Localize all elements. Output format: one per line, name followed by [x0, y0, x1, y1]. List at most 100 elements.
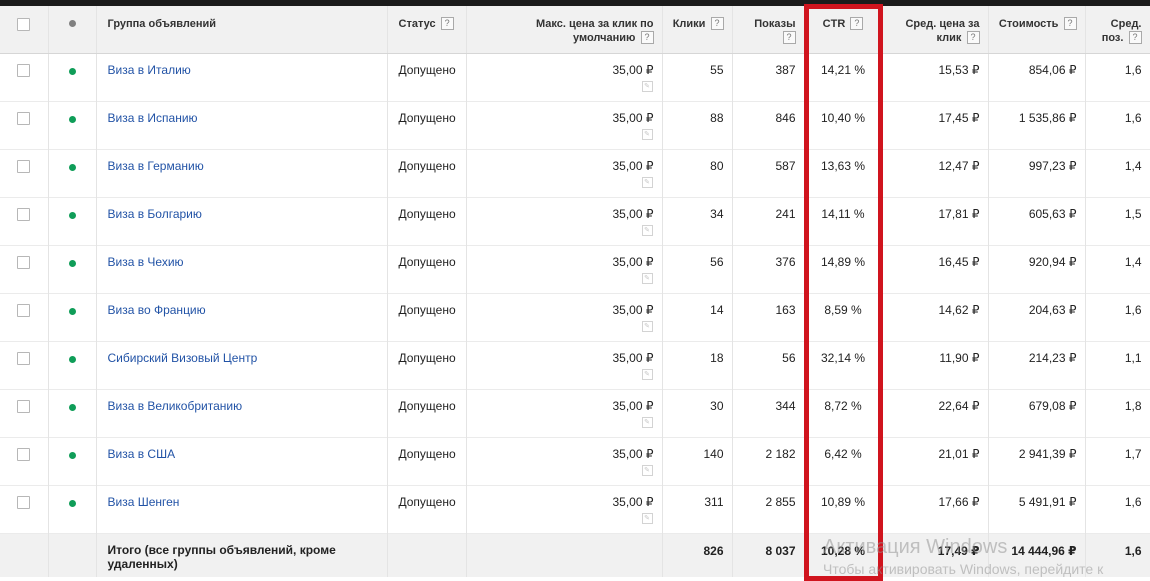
totals-empty-cell: [466, 533, 663, 577]
row-checkbox[interactable]: [17, 255, 31, 269]
ad-group-link[interactable]: Виза в Германию: [108, 159, 204, 173]
max-cpc-cell: 35,00 ₽ ✎: [466, 245, 663, 293]
ad-group-link[interactable]: Виза Шенген: [108, 495, 180, 509]
row-checkbox[interactable]: [17, 399, 31, 413]
edit-bid-icon[interactable]: ✎: [641, 176, 653, 188]
help-icon[interactable]: ?: [710, 17, 724, 30]
impressions-cell: 56: [732, 341, 805, 389]
help-icon[interactable]: ?: [782, 31, 796, 44]
help-icon[interactable]: ?: [440, 17, 454, 30]
ctr-cell: 8,59 %: [804, 293, 883, 341]
avg-cpc-cell: 15,53 ₽: [882, 53, 989, 101]
edit-bid-icon[interactable]: ✎: [641, 128, 653, 140]
max-cpc-cell: 35,00 ₽ ✎: [466, 389, 663, 437]
ad-groups-table: Группа объявлений Статус ? Макс. цена за…: [0, 6, 1150, 577]
max-cpc-value[interactable]: 35,00 ₽: [613, 351, 654, 365]
max-cpc-value[interactable]: 35,00 ₽: [613, 447, 654, 461]
edit-bid-icon[interactable]: ✎: [641, 224, 653, 236]
column-header-ctr[interactable]: CTR ?: [804, 6, 883, 54]
row-checkbox[interactable]: [17, 447, 31, 461]
bid-editor: 35,00 ₽ ✎: [613, 495, 654, 524]
ad-group-link[interactable]: Виза в Великобританию: [108, 399, 243, 413]
edit-bid-icon[interactable]: ✎: [641, 80, 653, 92]
column-header-avg-pos[interactable]: Сред. поз. ?: [1085, 6, 1150, 54]
edit-bid-icon[interactable]: ✎: [641, 368, 653, 380]
clicks-cell: 55: [662, 53, 733, 101]
help-icon[interactable]: ?: [1128, 31, 1142, 44]
column-header-max-cpc[interactable]: Макс. цена за клик по умолчанию ?: [466, 6, 663, 54]
column-header-status[interactable]: Статус ?: [387, 6, 467, 54]
cost-cell: 605,63 ₽: [988, 197, 1086, 245]
status-cell: Допущено: [387, 389, 467, 437]
max-cpc-value[interactable]: 35,00 ₽: [613, 111, 654, 125]
ad-group-link[interactable]: Виза в Болгарию: [108, 207, 202, 221]
group-name-cell: Виза в Италию: [96, 53, 388, 101]
ctr-cell: 10,89 %: [804, 485, 883, 533]
avg-pos-cell: 1,1: [1085, 341, 1150, 389]
column-header-impressions[interactable]: Показы ?: [732, 6, 805, 54]
max-cpc-cell: 35,00 ₽ ✎: [466, 437, 663, 485]
ad-group-link[interactable]: Виза в Испанию: [108, 111, 198, 125]
max-cpc-value[interactable]: 35,00 ₽: [613, 495, 654, 509]
row-checkbox[interactable]: [17, 303, 31, 317]
select-all-checkbox[interactable]: [17, 18, 31, 31]
row-checkbox[interactable]: [17, 159, 31, 173]
status-dot-cell: [48, 197, 97, 245]
ad-group-link[interactable]: Виза в США: [108, 447, 176, 461]
max-cpc-value[interactable]: 35,00 ₽: [613, 159, 654, 173]
status-dot-icon: [68, 403, 76, 411]
ad-group-link[interactable]: Виза во Францию: [108, 303, 206, 317]
column-header-avg-cpc[interactable]: Сред. цена за клик ?: [882, 6, 989, 54]
status-cell: Допущено: [387, 437, 467, 485]
max-cpc-value[interactable]: 35,00 ₽: [613, 303, 654, 317]
status-cell: Допущено: [387, 293, 467, 341]
row-checkbox-cell: [0, 293, 49, 341]
cost-cell: 997,23 ₽: [988, 149, 1086, 197]
clicks-cell: 14: [662, 293, 733, 341]
edit-bid-icon[interactable]: ✎: [641, 272, 653, 284]
status-cell: Допущено: [387, 341, 467, 389]
edit-bid-icon[interactable]: ✎: [641, 512, 653, 524]
group-name-cell: Виза Шенген: [96, 485, 388, 533]
table-header-row: Группа объявлений Статус ? Макс. цена за…: [0, 6, 1150, 54]
max-cpc-value[interactable]: 35,00 ₽: [613, 63, 654, 77]
row-checkbox[interactable]: [17, 111, 31, 125]
impressions-cell: 163: [732, 293, 805, 341]
status-dot-icon: [68, 211, 76, 219]
status-dot-cell: [48, 293, 97, 341]
row-checkbox[interactable]: [17, 63, 31, 77]
max-cpc-value[interactable]: 35,00 ₽: [613, 399, 654, 413]
avg-cpc-cell: 12,47 ₽: [882, 149, 989, 197]
clicks-cell: 80: [662, 149, 733, 197]
row-checkbox[interactable]: [17, 207, 31, 221]
row-checkbox[interactable]: [17, 351, 31, 365]
bid-editor: 35,00 ₽ ✎: [613, 207, 654, 236]
ctr-cell: 14,11 %: [804, 197, 883, 245]
help-icon[interactable]: ?: [640, 31, 654, 44]
max-cpc-value[interactable]: 35,00 ₽: [613, 207, 654, 221]
cost-cell: 2 941,39 ₽: [988, 437, 1086, 485]
help-icon[interactable]: ?: [966, 31, 980, 44]
max-cpc-cell: 35,00 ₽ ✎: [466, 341, 663, 389]
ad-group-link[interactable]: Сибирский Визовый Центр: [108, 351, 258, 365]
bid-editor: 35,00 ₽ ✎: [613, 351, 654, 380]
ad-group-link[interactable]: Виза в Чехию: [108, 255, 184, 269]
status-dot-icon: [68, 499, 76, 507]
column-header-clicks[interactable]: Клики ?: [662, 6, 733, 54]
row-checkbox-cell: [0, 437, 49, 485]
edit-bid-icon[interactable]: ✎: [641, 464, 653, 476]
edit-bid-icon[interactable]: ✎: [641, 416, 653, 428]
totals-ctr: 10,28 %: [804, 533, 883, 577]
row-checkbox[interactable]: [17, 495, 31, 509]
totals-avg-pos: 1,6: [1085, 533, 1150, 577]
help-icon[interactable]: ?: [1063, 17, 1077, 30]
column-header-cost[interactable]: Стоимость ?: [988, 6, 1086, 54]
group-name-cell: Виза в Великобританию: [96, 389, 388, 437]
status-dot-header[interactable]: [48, 6, 97, 54]
ad-group-link[interactable]: Виза в Италию: [108, 63, 191, 77]
avg-pos-cell: 1,6: [1085, 293, 1150, 341]
edit-bid-icon[interactable]: ✎: [641, 320, 653, 332]
max-cpc-value[interactable]: 35,00 ₽: [613, 255, 654, 269]
help-icon[interactable]: ?: [850, 17, 864, 30]
column-header-group[interactable]: Группа объявлений: [96, 6, 388, 54]
